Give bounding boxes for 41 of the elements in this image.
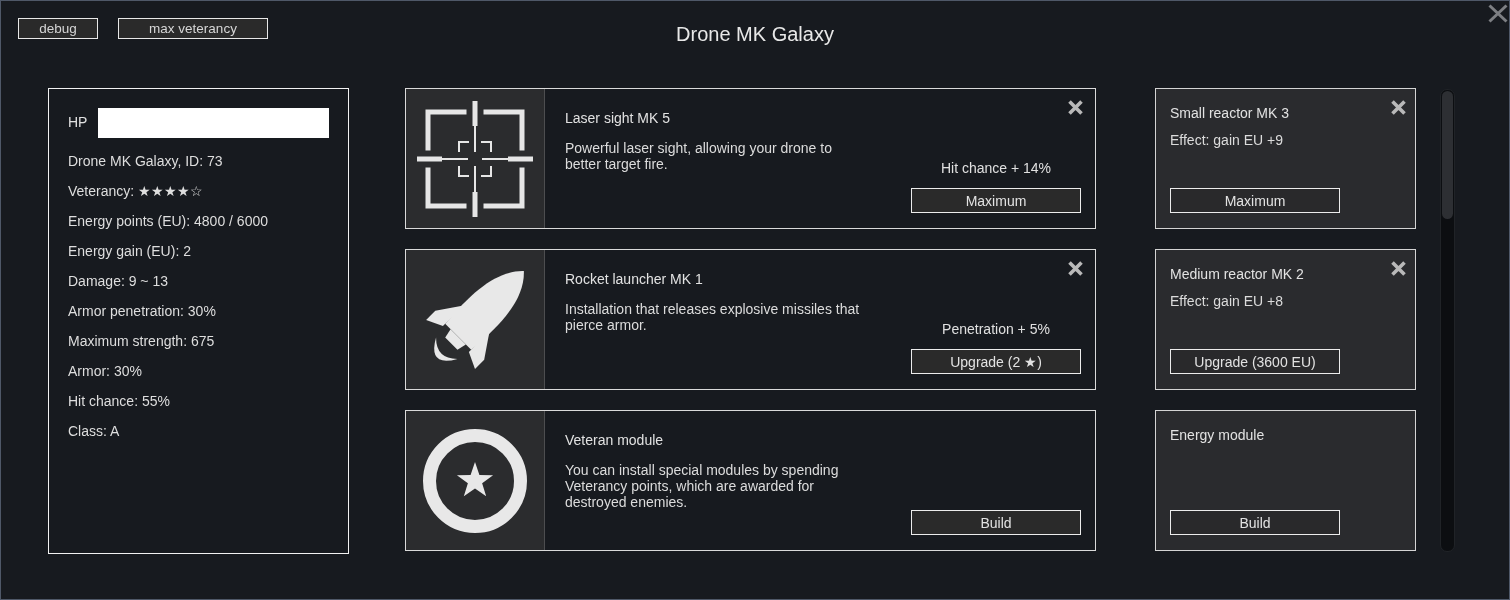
window-title: Drone MK Galaxy: [676, 22, 834, 46]
hp-label: HP: [68, 113, 88, 130]
module-description: Powerful laser sight, allowing your drone to better target fire.: [565, 140, 833, 172]
module-button[interactable]: Build: [1170, 510, 1340, 535]
module-title: Small reactor MK 3: [1170, 105, 1290, 121]
module-button[interactable]: Upgrade (3600 EU): [1170, 349, 1340, 374]
module-button[interactable]: Maximum: [911, 188, 1081, 213]
module-title: Veteran module: [565, 432, 664, 448]
stat-text: Energy gain (EU): 2: [68, 242, 191, 261]
effect-text: Hit chance + 14%: [940, 160, 1052, 176]
stat-text: Armor penetration: 30%: [68, 302, 216, 321]
close-icon[interactable]: [1391, 100, 1406, 115]
close-icon[interactable]: [1068, 100, 1083, 115]
stat-text: Damage: 9 ~ 13: [68, 272, 168, 291]
stat-text: Energy points (EU): 4800 / 6000: [68, 212, 268, 231]
rocket-icon: [406, 250, 545, 389]
toolbar-button[interactable]: debug: [18, 18, 98, 39]
module-title: Energy module: [1170, 427, 1265, 443]
module-description: You can install special modules by spending Veterancy points, which are awarded for destroyed enemies.: [565, 462, 840, 510]
module-description: Installation that releases explosive missiles that pierce armor.: [565, 301, 861, 333]
effect-text: Effect: gain EU +9: [1170, 132, 1283, 148]
module-title: Laser sight MK 5: [565, 110, 671, 126]
module-title: Rocket launcher MK 1: [565, 271, 703, 287]
close-icon[interactable]: [1068, 261, 1083, 276]
module-button[interactable]: Build: [911, 510, 1081, 535]
effect-text: Penetration + 5%: [942, 321, 1050, 337]
close-icon[interactable]: [1488, 4, 1508, 23]
stat-text: Drone MK Galaxy, ID: 73: [68, 152, 223, 171]
scrollbar-thumb[interactable]: [1442, 91, 1453, 219]
stat-text: Maximum strength: 675: [68, 332, 215, 351]
module-button[interactable]: Upgrade (2 ★): [911, 349, 1081, 374]
module-title: Medium reactor MK 2: [1170, 266, 1304, 282]
effect-text: Effect: gain EU +8: [1170, 293, 1283, 309]
stat-text: Hit chance: 55%: [68, 392, 170, 411]
stat-text: Veterancy: ★★★★☆: [68, 182, 204, 201]
stat-text: Armor: 30%: [68, 362, 142, 381]
toolbar-button[interactable]: max veterancy: [118, 18, 268, 39]
scrollbar[interactable]: [1440, 89, 1455, 552]
stat-text: Class: A: [68, 422, 120, 441]
close-icon[interactable]: [1391, 261, 1406, 276]
module-button[interactable]: Maximum: [1170, 188, 1340, 213]
